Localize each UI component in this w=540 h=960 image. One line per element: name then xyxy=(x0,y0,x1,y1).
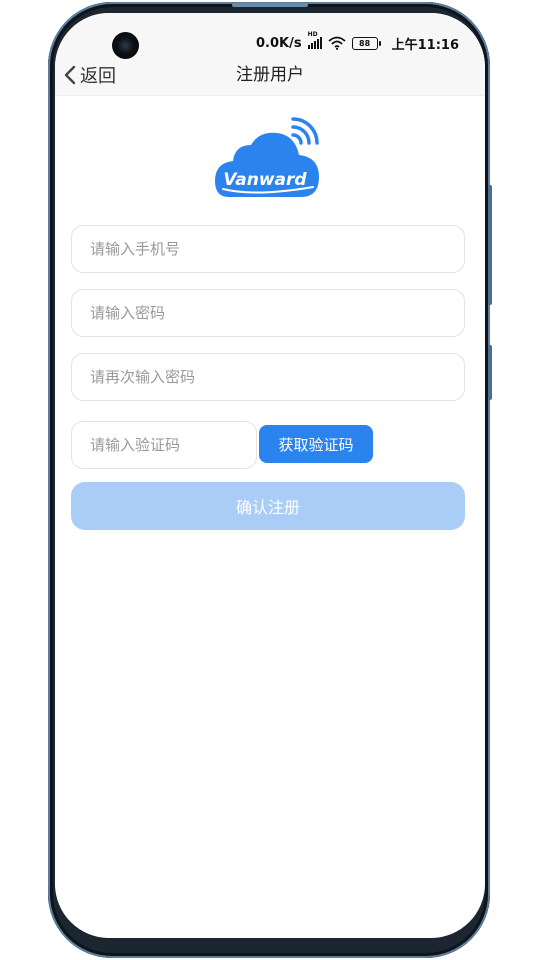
password-confirm-field xyxy=(71,353,465,401)
vanward-logo: Vanward xyxy=(215,117,319,197)
get-code-button[interactable]: 获取验证码 xyxy=(259,425,373,463)
status-indicators: 0.0K/s HD 88 上午11:16 xyxy=(256,31,459,53)
front-camera xyxy=(112,32,139,59)
verification-code-input[interactable] xyxy=(72,422,256,468)
svg-text:Vanward: Vanward xyxy=(223,170,307,190)
phone-earpiece xyxy=(232,3,308,7)
app-screen: 0.0K/s HD 88 上午11:16 返回 注册用户 Vanward 请输入… xyxy=(55,13,485,938)
power-button xyxy=(488,345,492,400)
confirm-register-button[interactable]: 确认注册 xyxy=(71,482,465,530)
network-speed: 0.0K/s xyxy=(256,35,302,51)
verification-code-field xyxy=(71,421,257,469)
volume-button xyxy=(488,185,492,305)
battery-level: 88 xyxy=(359,38,371,48)
status-bar: 0.0K/s HD 88 上午11:16 xyxy=(55,13,485,63)
password-input[interactable] xyxy=(72,290,464,336)
password-field xyxy=(71,289,465,337)
phone-input[interactable] xyxy=(72,226,464,272)
wifi-icon xyxy=(328,36,346,50)
battery-icon: 88 xyxy=(351,36,381,50)
navigation-bar: 返回 注册用户 xyxy=(55,63,485,96)
hd-tag: HD xyxy=(307,31,318,38)
cellular-signal-icon: HD xyxy=(307,31,322,49)
phone-field xyxy=(71,225,465,273)
page-title: 注册用户 xyxy=(236,65,304,85)
password-confirm-input[interactable] xyxy=(72,354,464,400)
status-time: 上午11:16 xyxy=(391,37,459,53)
